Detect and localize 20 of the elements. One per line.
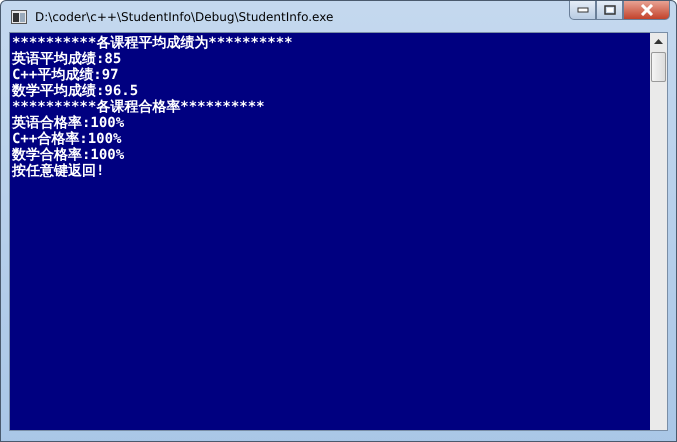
maximize-button[interactable]	[596, 1, 623, 20]
scrollbar[interactable]	[650, 33, 667, 430]
console-line: 数学合格率:100%	[12, 147, 126, 163]
console-line: C++合格率:100%	[12, 131, 122, 147]
minimize-icon	[576, 7, 588, 13]
maximize-icon	[604, 5, 616, 15]
console-line: C++平均成绩:97	[12, 67, 120, 83]
console-icon	[11, 10, 27, 24]
console-line: **********各课程平均成绩为**********	[12, 35, 294, 51]
console-line: 英语合格率:100%	[12, 115, 126, 131]
console-line: 数学平均成绩:96.5	[12, 83, 140, 99]
close-button[interactable]	[623, 1, 670, 20]
scroll-thumb[interactable]	[651, 52, 666, 82]
console-line: 按任意键返回!	[12, 163, 106, 179]
minimize-button[interactable]	[569, 1, 596, 20]
window-title: D:\coder\c++\StudentInfo\Debug\StudentInfo.exe	[35, 10, 334, 24]
close-icon	[640, 4, 654, 16]
console-line: 英语平均成绩:85	[12, 51, 122, 67]
scroll-up-icon[interactable]	[654, 39, 663, 44]
console-line: **********各课程合格率**********	[12, 99, 266, 115]
